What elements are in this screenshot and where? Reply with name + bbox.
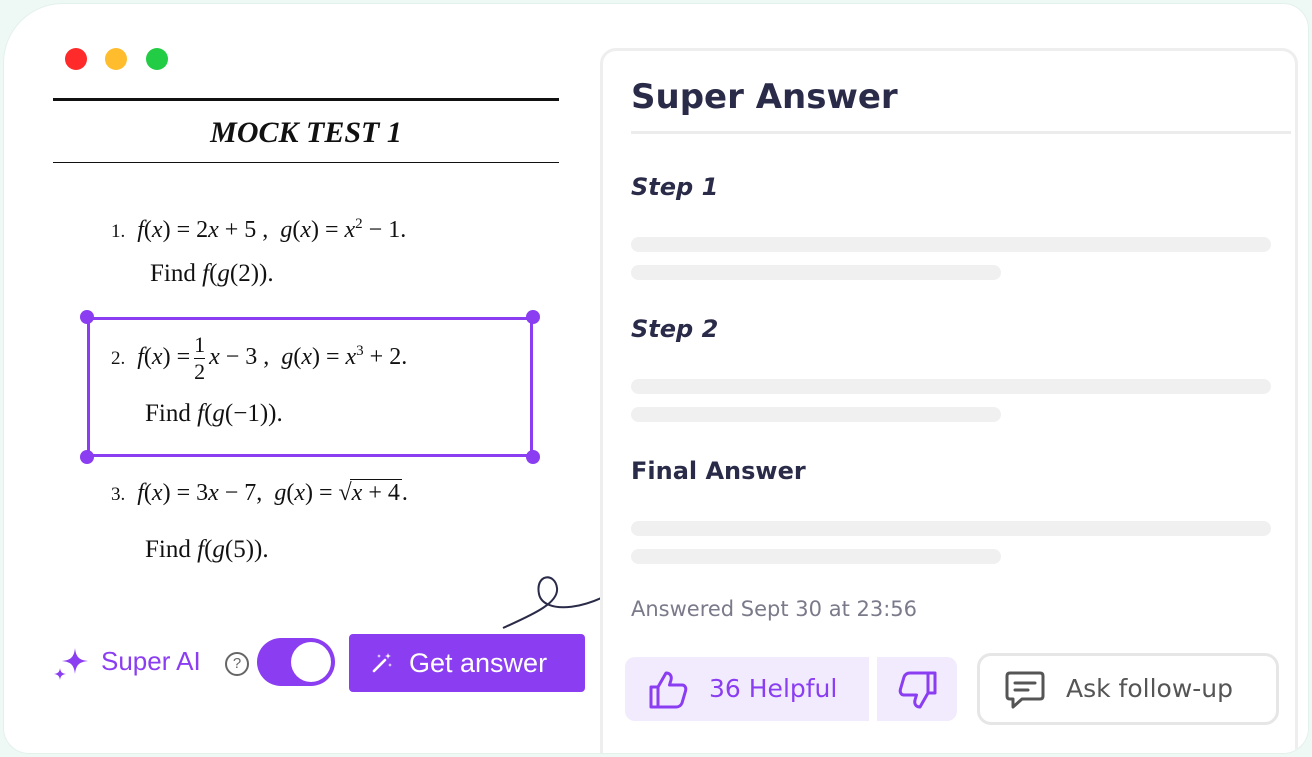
final-answer-skeleton-line	[631, 549, 1001, 564]
problem-3-find: Find f(g(5)).	[145, 536, 269, 563]
get-answer-button[interactable]: Get answer	[349, 634, 585, 692]
ask-follow-up-button[interactable]: Ask follow-up	[977, 653, 1279, 725]
step-2-title: Step 2	[631, 315, 719, 343]
step-1-title: Step 1	[631, 173, 719, 201]
maximize-window-dot[interactable]	[146, 48, 168, 70]
helpful-button[interactable]: 36 Helpful	[625, 657, 869, 721]
toggle-knob	[291, 642, 331, 682]
step-1-skeleton-line	[631, 265, 1001, 280]
answered-timestamp: Answered Sept 30 at 23:56	[631, 597, 917, 621]
doc-title: MOCK TEST 1	[210, 116, 402, 149]
get-answer-label: Get answer	[409, 647, 548, 678]
doc-bottom-rule	[53, 162, 559, 163]
selection-handle-top-left[interactable]	[80, 310, 94, 324]
helpful-label: 36 Helpful	[709, 674, 838, 703]
selection-handle-bottom-right[interactable]	[526, 450, 540, 464]
panel-title: Super Answer	[631, 77, 898, 117]
ask-follow-up-label: Ask follow-up	[1066, 674, 1234, 703]
problem-3-statement: 3. f(x) = 3x − 7, g(x) = √x + 4.	[111, 479, 408, 506]
close-window-dot[interactable]	[65, 48, 87, 70]
thumbs-up-icon	[649, 671, 688, 709]
selection-handle-bottom-left[interactable]	[80, 450, 94, 464]
app-window: MOCK TEST 1 1. f(x) = 2x + 5 , g(x) = x2…	[3, 3, 1309, 754]
final-answer-title: Final Answer	[631, 457, 806, 485]
sparkle-icon	[54, 648, 88, 680]
step-1-skeleton-line	[631, 237, 1271, 252]
help-icon[interactable]: ?	[225, 652, 249, 676]
chat-icon	[1005, 671, 1045, 709]
final-answer-skeleton-line	[631, 521, 1271, 536]
doc-top-rule	[53, 98, 559, 101]
super-ai-toggle[interactable]	[257, 638, 335, 686]
selection-handle-top-right[interactable]	[526, 310, 540, 324]
super-ai-label: Super AI	[101, 646, 201, 676]
magic-wand-icon	[372, 653, 392, 673]
thumbs-down-icon	[898, 671, 937, 709]
step-2-skeleton-line	[631, 407, 1001, 422]
problem-selection-box[interactable]	[87, 317, 533, 457]
not-helpful-button[interactable]	[877, 657, 957, 721]
answer-panel: Super Answer Step 1 Step 2 Final Answer …	[600, 48, 1298, 753]
minimize-window-dot[interactable]	[105, 48, 127, 70]
panel-divider	[631, 131, 1291, 134]
problem-1-statement: 1. f(x) = 2x + 5 , g(x) = x2 − 1.	[111, 216, 407, 243]
problem-1-find: Find f(g(2)).	[150, 260, 274, 287]
step-2-skeleton-line	[631, 379, 1271, 394]
